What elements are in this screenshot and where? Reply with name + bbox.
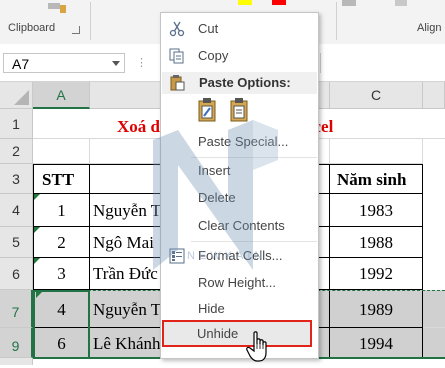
ribbon-separator [336,2,337,40]
menu-divider [191,157,317,158]
menu-item-paste-special[interactable]: Paste Special... [161,131,318,153]
menu-item-row-height-label: Row Height... [198,275,277,290]
menu-item-delete[interactable]: Delete [161,187,318,209]
menu-divider [191,241,317,242]
row-header-4[interactable]: 4 [0,194,33,227]
menu-item-hide-label: Hide [198,301,225,316]
cell-a4[interactable]: 1 [33,194,90,227]
indent-icon[interactable] [395,0,407,6]
menu-item-insert[interactable]: Insert [161,160,318,182]
menu-item-delete-label: Delete [198,190,236,205]
menu-item-clear-contents-label: Clear Contents [198,218,285,233]
row-header-2[interactable]: 2 [0,139,33,164]
row-header-10[interactable] [0,358,33,365]
paste-icon [169,75,185,91]
chevron-down-icon[interactable] [112,61,120,66]
row-header-6[interactable]: 6 [0,258,33,290]
menu-item-row-height[interactable]: Row Height... [161,272,318,294]
paste-options-label: Paste Options: [199,75,291,90]
cell-a5[interactable]: 2 [33,227,90,258]
cell-c4[interactable]: 1983 [330,194,423,227]
highlight-color-swatch[interactable] [238,0,252,5]
cell-a2[interactable] [33,139,90,164]
hand-pointer-icon [246,331,272,363]
green-triangle-indicator [34,258,40,264]
menu-item-clear-contents[interactable]: Clear Contents [161,215,318,237]
green-triangle-indicator [34,227,40,233]
name-box-value: A7 [12,56,30,72]
menu-item-copy[interactable]: Copy [161,45,318,67]
copy-icon [169,48,185,64]
paste-option-values[interactable] [229,98,251,124]
menu-item-hide[interactable]: Hide [161,298,318,320]
cell-c2[interactable] [330,139,423,164]
sheet-title-left: Xoá d [117,117,160,136]
font-color-swatch[interactable] [272,0,286,5]
ribbon-separator [90,2,91,40]
formula-bar-grip-icon[interactable]: ⋮ [136,56,148,69]
clipboard-group-label: Clipboard [8,22,56,34]
watermark-text: NEWKAIN [187,250,267,262]
menu-item-paste-special-label: Paste Special... [198,134,289,149]
column-header-d[interactable] [423,82,445,109]
menu-item-copy-label: Copy [198,48,229,63]
alignment-group-label: Align [417,22,442,34]
scissors-icon [169,21,185,37]
name-box[interactable]: A7 [3,53,125,73]
select-all-corner[interactable] [0,82,33,109]
align-icon[interactable] [342,0,356,6]
menu-item-cut-label: Cut [198,21,219,36]
format-painter-icon[interactable] [46,0,68,13]
format-cells-icon [169,248,185,264]
menu-item-cut[interactable]: Cut [161,18,318,40]
paste-option-keep-formatting[interactable] [197,98,219,124]
menu-item-unhide-label: Unhide [197,326,239,341]
cell-a3[interactable]: STT [33,164,90,194]
context-menu: Cut Copy Paste Options: Paste Special...… [160,12,319,359]
cell-c3[interactable]: Năm sinh [330,164,423,194]
cell-a6[interactable]: 3 [33,258,90,290]
green-triangle-indicator [34,194,40,200]
selection-border [33,290,90,358]
column-header-a[interactable]: A [33,82,90,109]
row-header-9[interactable]: 9 [0,328,33,358]
row-header-1[interactable]: 1 [0,109,33,139]
menu-item-insert-label: Insert [198,163,231,178]
paste-options-header: Paste Options: [162,72,317,94]
row-header-3[interactable]: 3 [0,164,33,194]
menu-item-unhide[interactable]: Unhide [162,320,312,347]
clipboard-dialog-launcher-icon[interactable] [72,26,80,34]
row-header-5[interactable]: 5 [0,227,33,258]
formula-input[interactable] [320,53,445,73]
cell-c5[interactable]: 1988 [330,227,423,258]
column-header-c[interactable]: C [330,82,423,109]
row-header-7[interactable]: 7 [0,290,33,328]
green-triangle-indicator [36,292,42,298]
cell-c6[interactable]: 1992 [330,258,423,290]
